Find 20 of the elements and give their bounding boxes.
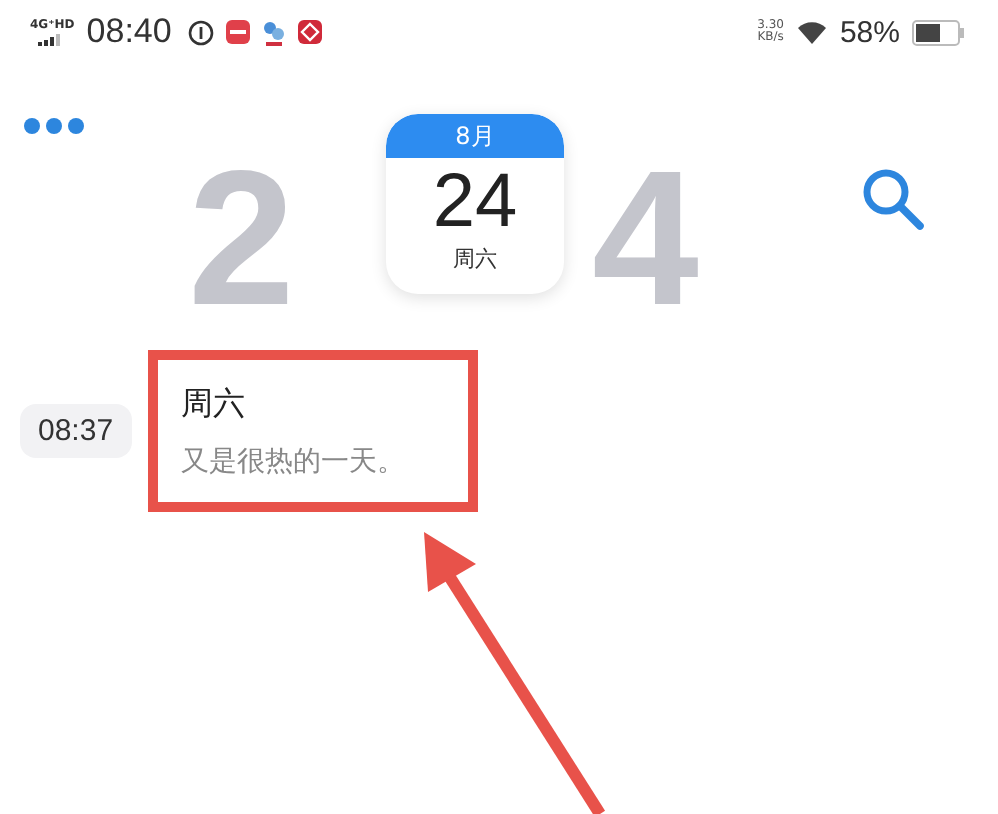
entry-title: 周六 [181,383,248,425]
calendar-month: 8月 [386,114,564,158]
wifi-icon [795,20,828,44]
more-icon[interactable] [22,116,86,136]
app-icon [297,20,322,44]
battery-percent: 58% [839,15,900,49]
search-icon[interactable] [860,166,928,234]
calendar-day: 24 [432,158,518,246]
battery-icon [912,19,966,45]
entry-text: 又是很热的一天。 [181,443,408,479]
app-icon [261,19,286,45]
highlight-box[interactable]: 周六 又是很热的一天。 [147,350,478,512]
year-digit: 4 [592,144,699,336]
calendar-weekday: 周六 [453,246,497,274]
calendar-card[interactable]: 8月 24 周六 [386,114,564,294]
app-icon [225,20,250,44]
circle-icon [187,19,214,45]
year-digit: 2 [188,144,295,336]
time-chip: 08:37 [20,404,132,458]
status-time: 08:40 [86,12,172,52]
